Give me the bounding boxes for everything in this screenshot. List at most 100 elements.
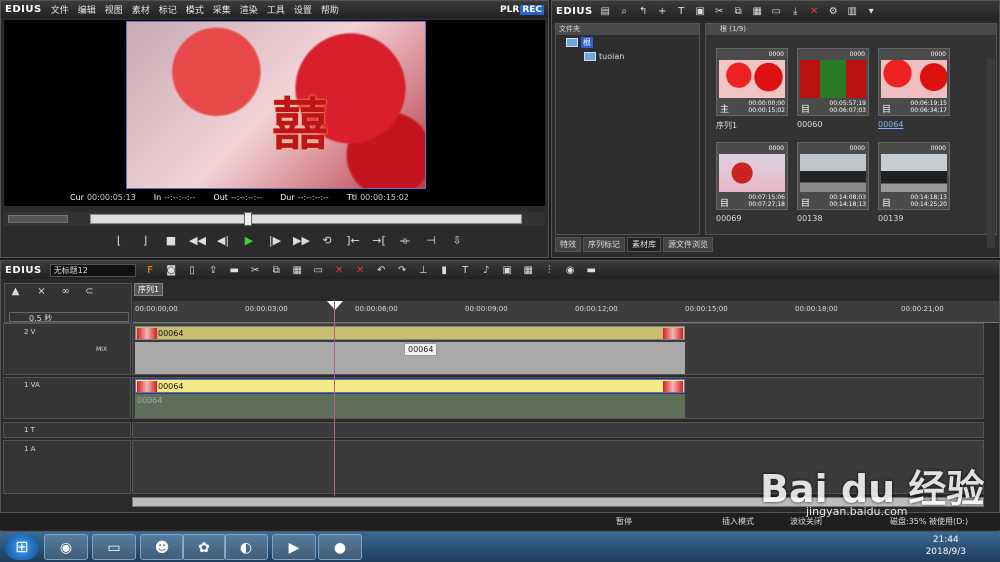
stop-icon[interactable]: ■ bbox=[163, 234, 179, 248]
layout-icon[interactable]: ▬ bbox=[585, 264, 598, 277]
tab-sequence-markers[interactable]: 序列标记 bbox=[583, 237, 625, 252]
track-header-va1[interactable]: 1 VA bbox=[3, 377, 131, 419]
tab-effects[interactable]: 特效 bbox=[555, 237, 581, 252]
shuttle-slider[interactable] bbox=[8, 215, 68, 223]
system-clock[interactable]: 21:44 2018/9/3 bbox=[926, 534, 966, 558]
loop-icon[interactable]: ⟲ bbox=[319, 234, 335, 248]
paste-icon[interactable]: ▦ bbox=[291, 264, 304, 277]
menu-marker[interactable]: 标记 bbox=[159, 3, 177, 16]
clip-pane-scrollbar[interactable] bbox=[987, 58, 995, 248]
copy-icon[interactable]: ⧉ bbox=[270, 264, 283, 277]
export-icon[interactable]: ⇩ bbox=[449, 234, 465, 248]
tab-bin[interactable]: 素材库 bbox=[627, 237, 661, 252]
open-project-icon[interactable]: ⇪ bbox=[207, 264, 220, 277]
tab-source-browser[interactable]: 源文件浏览 bbox=[663, 237, 713, 252]
menu-capture[interactable]: 采集 bbox=[213, 3, 231, 16]
plr-label[interactable]: PLR bbox=[500, 5, 519, 15]
clip-name[interactable]: 00139 bbox=[878, 214, 903, 223]
rewind-icon[interactable]: ◀◀ bbox=[189, 234, 206, 248]
position-slider[interactable] bbox=[90, 214, 522, 224]
properties-icon[interactable]: ⚙ bbox=[827, 5, 840, 18]
menu-icon[interactable]: ▾ bbox=[865, 5, 878, 18]
track-header-v2[interactable]: 2 V MIX bbox=[3, 323, 131, 375]
replace-icon[interactable]: ▭ bbox=[312, 264, 325, 277]
mixer-icon[interactable]: ⫶ bbox=[543, 264, 556, 277]
menu-render[interactable]: 渲染 bbox=[240, 3, 258, 16]
search-icon[interactable]: ⌕ bbox=[618, 5, 631, 18]
menu-help[interactable]: 帮助 bbox=[321, 3, 339, 16]
new-project-icon[interactable]: ▯ bbox=[186, 264, 199, 277]
record-icon[interactable]: ● bbox=[318, 534, 362, 560]
folder-root[interactable]: 根 bbox=[556, 35, 699, 49]
marker-icon[interactable]: ▮ bbox=[438, 264, 451, 277]
redo-icon[interactable]: ↷ bbox=[396, 264, 409, 277]
clip-thumb[interactable]: 0000 目 00:06:19;15 00:06:34;17 bbox=[878, 48, 950, 116]
set-in-icon[interactable]: ⌊ bbox=[111, 234, 127, 248]
ie-icon[interactable]: ◉ bbox=[44, 534, 88, 560]
folder-tree-icon[interactable]: ▤ bbox=[599, 5, 612, 18]
insert-icon[interactable]: ]← bbox=[345, 234, 361, 248]
add-to-timeline-icon[interactable]: ⤓ bbox=[789, 5, 802, 18]
clip-thumb[interactable]: 0000 目 00:14:18;13 00:14:25;20 bbox=[878, 142, 950, 210]
trim-icon[interactable]: ⟛ bbox=[397, 234, 413, 248]
track-header-a1[interactable]: 1 A bbox=[3, 440, 131, 494]
render-icon[interactable]: ▣ bbox=[501, 264, 514, 277]
step-back-icon[interactable]: ◀| bbox=[215, 234, 231, 248]
add-cut-icon[interactable]: ⊥ bbox=[417, 264, 430, 277]
clip-v2[interactable]: 00064 bbox=[135, 326, 685, 340]
menu-tools[interactable]: 工具 bbox=[267, 3, 285, 16]
clip-name[interactable]: 00069 bbox=[716, 214, 741, 223]
grid-icon[interactable]: ▦ bbox=[522, 264, 535, 277]
clip-thumb[interactable]: 0000 目 00:07:15;06 00:07:27;18 bbox=[716, 142, 788, 210]
play-icon[interactable]: ▶ bbox=[241, 234, 257, 248]
clip-name[interactable]: 序列1 bbox=[716, 120, 737, 131]
delete-icon[interactable]: ✕ bbox=[333, 264, 346, 277]
view-icon[interactable]: ▥ bbox=[846, 5, 859, 18]
clip-thumb[interactable]: 0000 目 00:14:08;03 00:14:18;13 bbox=[797, 142, 869, 210]
menu-edit[interactable]: 编辑 bbox=[78, 3, 96, 16]
up-folder-icon[interactable]: ↰ bbox=[637, 5, 650, 18]
menu-settings[interactable]: 设置 bbox=[294, 3, 312, 16]
title-icon[interactable]: T bbox=[459, 264, 472, 277]
save-project-icon[interactable]: ▬ bbox=[228, 264, 241, 277]
mic-icon[interactable]: ♪ bbox=[480, 264, 493, 277]
ripple-delete-icon[interactable]: ✕ bbox=[354, 264, 367, 277]
track-header-t1[interactable]: 1 T bbox=[3, 422, 131, 438]
clip-va1[interactable]: 00064 bbox=[135, 379, 685, 393]
explorer-icon[interactable]: ▭ bbox=[92, 534, 136, 560]
menu-clip[interactable]: 素材 bbox=[132, 3, 150, 16]
add-title-icon[interactable]: T bbox=[675, 5, 688, 18]
menu-view[interactable]: 视图 bbox=[105, 3, 123, 16]
clip-name[interactable]: 00060 bbox=[797, 120, 822, 129]
paste-icon[interactable]: ▦ bbox=[751, 5, 764, 18]
track-area-va1[interactable]: 00064 00064 bbox=[132, 377, 984, 419]
edius-app-icon[interactable]: ▶ bbox=[272, 534, 316, 560]
capture-icon[interactable]: ▣ bbox=[694, 5, 707, 18]
clip-name[interactable]: 00138 bbox=[797, 214, 822, 223]
sequence-tab[interactable]: 序列1 bbox=[134, 283, 164, 296]
sync-icon[interactable]: ◉ bbox=[564, 264, 577, 277]
overwrite-icon[interactable]: →[ bbox=[371, 234, 387, 248]
track-mode-icon[interactable]: ▲ bbox=[9, 285, 22, 298]
fast-forward-icon[interactable]: ▶▶ bbox=[293, 234, 310, 248]
link-icon[interactable]: ∞ bbox=[59, 285, 72, 298]
menu-file[interactable]: 文件 bbox=[51, 3, 69, 16]
clip-thumb[interactable]: 0000 目 00:05:57;19 00:06:07;03 bbox=[797, 48, 869, 116]
clip-va1-audio[interactable]: 00064 bbox=[135, 394, 685, 418]
add-clip-icon[interactable]: + bbox=[656, 5, 669, 18]
cut-icon[interactable]: ✂ bbox=[249, 264, 262, 277]
track-area-t1[interactable] bbox=[132, 422, 984, 438]
clip-name-selected[interactable]: 00064 bbox=[878, 120, 903, 129]
clip-thumb[interactable]: 0000 主 00:00:00;00 00:00:15;02 bbox=[716, 48, 788, 116]
snapshot-icon[interactable]: ◙ bbox=[165, 264, 178, 277]
delete-icon[interactable]: ✕ bbox=[808, 5, 821, 18]
track-area-v2[interactable]: 00064 bbox=[132, 323, 984, 375]
copy-icon[interactable]: ⧉ bbox=[732, 5, 745, 18]
time-ruler[interactable]: 00:00:00;00 00:00:03;00 00:00:06;00 00:0… bbox=[133, 301, 999, 323]
start-button[interactable]: ⊞ bbox=[5, 534, 39, 560]
firefox-icon[interactable]: ◐ bbox=[224, 534, 268, 560]
playhead-marker[interactable] bbox=[327, 301, 343, 310]
new-sequence-icon[interactable]: F bbox=[144, 264, 157, 277]
step-forward-icon[interactable]: |▶ bbox=[267, 234, 283, 248]
scrub-bar[interactable] bbox=[4, 212, 545, 226]
